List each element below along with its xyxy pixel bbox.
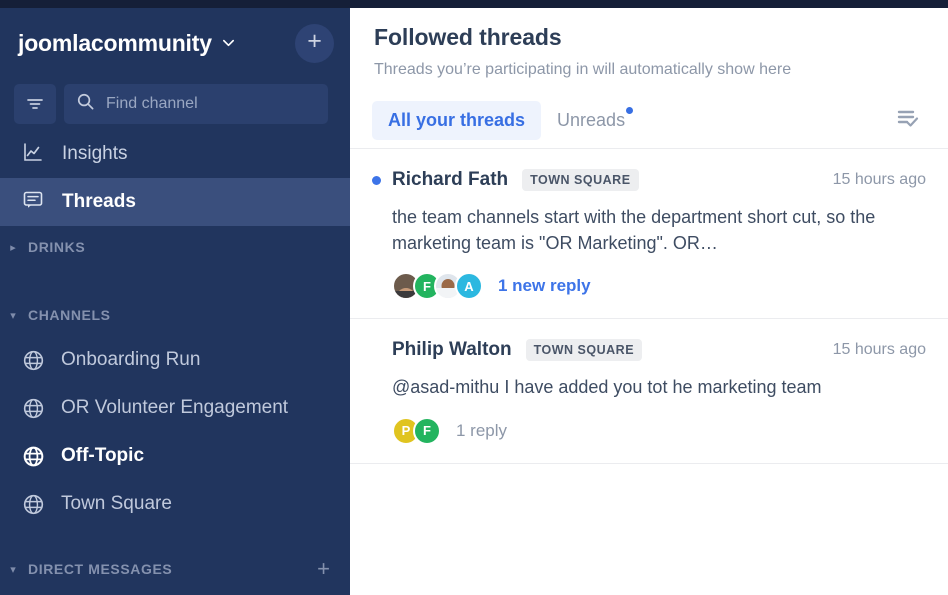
sidebar-channel-label: OR Volunteer Engagement: [61, 397, 288, 419]
sidebar-channel-or-volunteer-engagement[interactable]: OR Volunteer Engagement: [0, 384, 350, 432]
avatar: F: [413, 417, 441, 445]
unread-dot-icon: [372, 176, 381, 185]
thread-reply-count[interactable]: 1 reply: [456, 421, 507, 441]
tab-unreads[interactable]: Unreads: [541, 101, 641, 140]
sidebar-channel-label: Onboarding Run: [61, 349, 200, 371]
table-row[interactable]: Richard Fath TOWN SQUARE 15 hours ago th…: [350, 149, 948, 319]
thread-header: Philip Walton TOWN SQUARE 15 hours ago: [372, 339, 926, 361]
sidebar-item-threads[interactable]: Threads: [0, 178, 350, 226]
chevron-down-icon: ▾: [6, 563, 20, 576]
mark-all-read-icon[interactable]: [890, 100, 926, 141]
tab-label: Unreads: [557, 110, 625, 130]
thread-header: Richard Fath TOWN SQUARE 15 hours ago: [372, 169, 926, 191]
thread-timestamp: 15 hours ago: [833, 341, 926, 359]
thread-reply-row: P F 1 reply: [392, 417, 926, 445]
chevron-down-icon: ▾: [6, 309, 20, 322]
table-row[interactable]: Philip Walton TOWN SQUARE 15 hours ago @…: [350, 319, 948, 464]
search-input[interactable]: Find channel: [64, 84, 328, 124]
search-icon: [76, 92, 95, 116]
team-name[interactable]: joomlacommunity: [18, 30, 212, 57]
page-title: Followed threads: [374, 24, 924, 51]
status-badge: TOWN SQUARE: [526, 339, 642, 361]
sidebar-category-drinks[interactable]: ▸ DRINKS: [0, 226, 350, 268]
tab-all-your-threads[interactable]: All your threads: [372, 101, 541, 140]
chevron-right-icon: ▸: [6, 241, 20, 254]
sidebar-channel-off-topic[interactable]: Off-Topic: [0, 432, 350, 480]
unread-dot-icon: [626, 107, 633, 114]
sidebar-category-label: DIRECT MESSAGES: [28, 561, 172, 577]
add-button[interactable]: +: [295, 24, 334, 63]
globe-icon: [22, 397, 45, 420]
thread-reply-count[interactable]: 1 new reply: [498, 276, 591, 296]
globe-icon: [22, 349, 45, 372]
window-top-bar: [0, 0, 948, 8]
avatar: A: [455, 272, 483, 300]
threads-header: Followed threads Threads you’re particip…: [350, 8, 948, 93]
thread-author: Philip Walton: [392, 339, 512, 361]
sidebar-category-label: DRINKS: [28, 239, 85, 255]
sidebar-channel-label: Off-Topic: [61, 445, 144, 467]
filter-icon[interactable]: [14, 84, 56, 124]
add-direct-message-button[interactable]: +: [317, 556, 330, 582]
threads-message-icon: [22, 189, 44, 216]
thread-preview: @asad-mithu I have added you tot he mark…: [392, 375, 912, 401]
thread-timestamp: 15 hours ago: [833, 171, 926, 189]
chevron-down-icon[interactable]: [221, 35, 236, 54]
thread-reply-row: F A 1 new reply: [392, 272, 926, 300]
tab-label: All your threads: [388, 110, 525, 130]
sidebar-category-channels[interactable]: ▾ CHANNELS: [0, 294, 350, 336]
sidebar-category-direct-messages[interactable]: ▾ DIRECT MESSAGES +: [0, 548, 350, 590]
threads-tabs: All your threads Unreads: [350, 93, 948, 149]
thread-author: Richard Fath: [392, 169, 508, 191]
sidebar: joomlacommunity +: [0, 0, 350, 595]
page-subtitle: Threads you’re participating in will aut…: [374, 61, 924, 79]
sidebar-channel-onboarding-run[interactable]: Onboarding Run: [0, 336, 350, 384]
sidebar-search-row: Find channel: [0, 78, 350, 130]
sidebar-category-label: CHANNELS: [28, 307, 111, 323]
threads-panel: Followed threads Threads you’re particip…: [350, 0, 948, 595]
sidebar-channel-town-square[interactable]: Town Square: [0, 480, 350, 528]
sidebar-item-insights[interactable]: Insights: [0, 130, 350, 178]
participant-avatars: F A: [392, 272, 476, 300]
globe-icon: [22, 493, 45, 516]
sidebar-item-label: Insights: [62, 143, 127, 165]
globe-icon: [22, 445, 45, 468]
participant-avatars: P F: [392, 417, 434, 445]
sidebar-item-label: Threads: [62, 191, 136, 213]
app-root: joomlacommunity +: [0, 0, 948, 595]
thread-preview: the team channels start with the departm…: [392, 205, 912, 256]
search-placeholder: Find channel: [106, 95, 198, 113]
sidebar-channel-label: Town Square: [61, 493, 172, 515]
team-header: joomlacommunity +: [0, 8, 350, 78]
insights-chart-icon: [22, 141, 44, 168]
status-badge: TOWN SQUARE: [522, 169, 638, 191]
